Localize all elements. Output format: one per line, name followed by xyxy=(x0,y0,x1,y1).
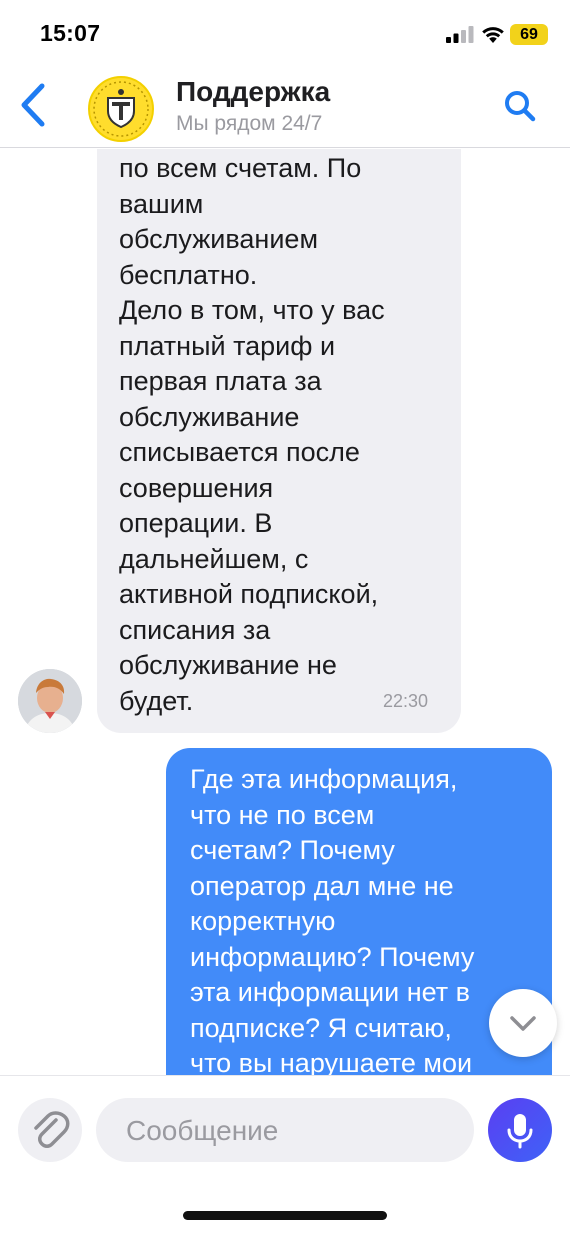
battery-indicator: 69 xyxy=(510,24,548,45)
incoming-message-text: по всем счетам. По вашим обслуживанием б… xyxy=(119,153,385,716)
attach-button[interactable] xyxy=(18,1098,82,1162)
wifi-icon xyxy=(482,27,504,43)
microphone-button[interactable] xyxy=(488,1098,552,1162)
search-icon xyxy=(505,91,536,122)
chat-header: Поддержка Мы рядом 24/7 xyxy=(0,66,570,148)
message-timestamp: 22:30 xyxy=(383,691,429,711)
chevron-down-icon xyxy=(510,1016,536,1031)
message-list[interactable]: по всем счетам. По вашим обслуживанием б… xyxy=(0,149,570,1075)
search-button[interactable] xyxy=(500,86,540,126)
support-avatar-logo[interactable] xyxy=(88,76,154,142)
paperclip-icon xyxy=(34,1111,70,1148)
agent-avatar[interactable] xyxy=(18,669,82,733)
chat-subtitle: Мы рядом 24/7 xyxy=(176,112,323,135)
agent-avatar-photo xyxy=(18,669,82,733)
home-indicator[interactable] xyxy=(183,1211,387,1220)
composer-bar: Сообщение xyxy=(0,1075,570,1235)
scroll-to-bottom-button[interactable] xyxy=(489,989,557,1057)
message-input[interactable]: Сообщение xyxy=(96,1098,474,1162)
incoming-message[interactable]: по всем счетам. По вашим обслуживанием б… xyxy=(97,149,461,733)
microphone-icon xyxy=(507,1114,533,1149)
cellular-signal-icon xyxy=(446,26,474,43)
status-time: 15:07 xyxy=(40,20,101,46)
bank-logo-icon xyxy=(93,81,149,137)
message-placeholder: Сообщение xyxy=(126,1115,279,1146)
outgoing-message-text: Где эта информация, что не по всем счета… xyxy=(190,764,475,1075)
chevron-left-icon xyxy=(21,83,45,127)
chat-title: Поддержка xyxy=(176,76,331,107)
status-bar: 15:07 69 xyxy=(0,0,570,66)
back-button[interactable] xyxy=(14,80,54,130)
